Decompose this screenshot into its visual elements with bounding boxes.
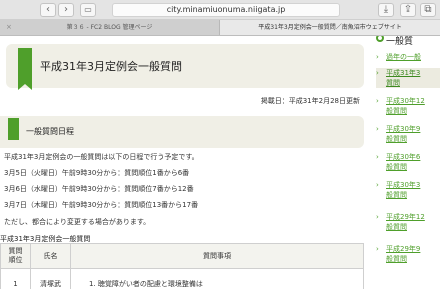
- sidebar-item-label-cont: 質問: [386, 79, 400, 87]
- chevron-right-icon: ›: [376, 245, 379, 253]
- sidebar-item-h31-3[interactable]: › 平成31年3 質問: [376, 68, 440, 88]
- page-title: 平成31年3月定例会一般質問: [40, 60, 182, 73]
- chevron-right-icon: ›: [376, 181, 379, 189]
- chevron-right-icon: ›: [376, 213, 379, 221]
- chevron-right-icon: ›: [376, 53, 379, 61]
- sidebar-item-label-cont: 般質問: [386, 107, 407, 115]
- sidebar-item-label-cont: 般質問: [386, 135, 407, 143]
- cell-rank: 1: [0, 268, 31, 289]
- sidebar-item-h29-9[interactable]: › 平成29年9 般質問: [376, 244, 440, 264]
- browser-toolbar: ‹ › ▭ city.minamiuonuma.niigata.jp ⤓ ⇪ ⧉: [0, 0, 440, 20]
- column-header-item: 質問事項: [70, 243, 364, 269]
- schedule-day-3: 3月7日（木曜日）午前9時30分から：質問順位13番から17番: [4, 201, 199, 209]
- sidebar: 一般質 › 過年の一般 › 平成31年3 質問 › 平成30年12 般質問 › …: [372, 36, 440, 289]
- column-header-name: 氏名: [30, 243, 71, 269]
- main-content: 平成31年3月定例会一般質問 掲載日：平成31年2月28日更新 一般質問日程 平…: [0, 36, 372, 289]
- sidebar-item-label: 平成30年6: [386, 153, 421, 161]
- sidebar-item-label: 平成30年9: [386, 125, 421, 133]
- chevron-right-icon: ›: [376, 97, 379, 105]
- green-flag-icon: [8, 118, 19, 140]
- sidebar-item-h30-6[interactable]: › 平成30年6 般質問: [376, 152, 440, 172]
- sidebar-item-h30-9[interactable]: › 平成30年9 般質問: [376, 124, 440, 144]
- chevron-right-icon: ›: [376, 125, 379, 133]
- cell-name: 清塚武: [30, 268, 71, 289]
- intro-text: 平成31年3月定例会の一般質問は以下の日程で行う予定です。: [4, 153, 199, 161]
- table-row: 1 清塚武 1. 聴覚障がい者の配慮と環境整備は: [0, 268, 364, 289]
- sidebar-item-label-cont: 般質問: [386, 223, 407, 231]
- sidebar-toggle-icon[interactable]: ▭: [80, 3, 96, 17]
- sidebar-item-label-cont: 般質問: [386, 191, 407, 199]
- column-header-rank: 質問 順位: [0, 243, 31, 269]
- question-table: 質問 順位 氏名 質問事項 1 清塚武 1. 聴覚障がい者の配慮と環境整備は: [0, 243, 364, 289]
- sidebar-item-label: 平成30年3: [386, 181, 421, 189]
- page-content: 平成31年3月定例会一般質問 掲載日：平成31年2月28日更新 一般質問日程 平…: [0, 36, 440, 289]
- close-tab-icon[interactable]: ×: [6, 20, 12, 35]
- sidebar-item-label: 平成31年3: [386, 69, 421, 77]
- tabs-overview-icon[interactable]: ⧉: [420, 3, 436, 17]
- green-flag-icon: [18, 48, 32, 90]
- schedule-note: ただし、都合により変更する場合があります。: [4, 218, 151, 226]
- cell-item: 1. 聴覚障がい者の配慮と環境整備は: [70, 268, 364, 289]
- sidebar-item-h30-3[interactable]: › 平成30年3 般質問: [376, 180, 440, 200]
- schedule-day-2: 3月6日（水曜日）午前9時30分から：質問順位7番から12番: [4, 185, 194, 193]
- page-title-banner: 平成31年3月定例会一般質問: [6, 44, 364, 90]
- back-button[interactable]: ‹: [40, 3, 56, 17]
- sidebar-item-label: 平成29年12: [386, 213, 425, 221]
- section-header: 一般質問日程: [0, 116, 364, 148]
- forward-button[interactable]: ›: [58, 3, 74, 17]
- tab-bar: × 第３６ - FC2 BLOG 管理ページ 平成31年3月定例会一般質問／南魚…: [0, 20, 440, 36]
- tab-current[interactable]: 平成31年3月定例会一般質問／南魚沼市ウェブサイト: [220, 20, 440, 35]
- sidebar-item-past[interactable]: › 過年の一般: [376, 52, 440, 62]
- sidebar-item-label: 平成30年12: [386, 97, 425, 105]
- share-icon[interactable]: ⇪: [400, 3, 416, 17]
- section-title: 一般質問日程: [26, 127, 74, 136]
- sidebar-item-label: 過年の一般: [386, 53, 421, 61]
- sidebar-item-label-cont: 般質問: [386, 255, 407, 263]
- download-icon[interactable]: ⤓: [378, 3, 394, 17]
- chevron-right-icon: ›: [376, 153, 379, 161]
- tab-title: 第３６ - FC2 BLOG 管理ページ: [66, 24, 153, 31]
- schedule-day-1: 3月5日（火曜日）午前9時30分から：質問順位1番から6番: [4, 169, 190, 177]
- posted-date: 掲載日：平成31年2月28日更新: [260, 97, 360, 105]
- sidebar-item-h30-12[interactable]: › 平成30年12 般質問: [376, 96, 440, 116]
- sidebar-item-h29-12[interactable]: › 平成29年12 般質問: [376, 212, 440, 232]
- tab-fc2-blog[interactable]: × 第３６ - FC2 BLOG 管理ページ: [0, 20, 220, 35]
- sidebar-item-label-cont: 般質問: [386, 163, 407, 171]
- sidebar-item-label: 平成29年9: [386, 245, 421, 253]
- address-bar[interactable]: city.minamiuonuma.niigata.jp: [112, 3, 340, 17]
- chevron-right-icon: ›: [376, 69, 379, 77]
- sidebar-heading: 一般質: [386, 37, 414, 47]
- circle-icon: [376, 36, 384, 42]
- tab-title: 平成31年3月定例会一般質問／南魚沼市ウェブサイト: [258, 24, 402, 31]
